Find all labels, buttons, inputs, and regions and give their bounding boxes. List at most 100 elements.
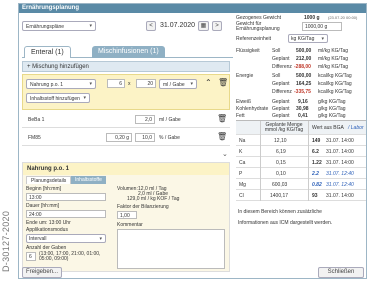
tab-mischinfusionen[interactable]: Mischinfusionen (1) [92, 46, 165, 58]
add-ingredient-value: Inhaltsstoff hinzufügen [30, 96, 80, 102]
tab-mischinfusionen-label: Mischinfusionen (1) [98, 48, 159, 55]
lab-date: 31.07. 12:40 [326, 171, 354, 177]
macro-key: Geplant [272, 99, 290, 105]
prev-date-button[interactable]: < [146, 21, 156, 31]
lab-planned: 0,10 [276, 171, 286, 177]
lab-date: 31.07. 14:00 [326, 149, 354, 155]
ingredient-unit: % / Gabe [159, 135, 180, 141]
collapse-icon[interactable]: ⌃ [205, 78, 212, 87]
amount-field[interactable]: 6 [107, 79, 125, 88]
plan-select[interactable]: Ernährungspläne ▾ [22, 21, 96, 31]
lab-planned: 0,15 [276, 160, 286, 166]
lab-name: P [239, 171, 243, 177]
ingredient-amount-field[interactable]: 10,0 [135, 133, 155, 142]
comment-textarea[interactable] [117, 229, 225, 269]
fluid-unit: ml/kg KG/Tag [318, 48, 349, 54]
feeding-tabs: Enteral (1) Mischinfusionen (1) [22, 46, 233, 58]
detail-panel: Nahrung p.o. 1 Planungsdetails Inhaltsst… [22, 162, 230, 272]
close-button[interactable]: Schließen [318, 267, 364, 278]
chevron-down-icon: ▾ [321, 36, 324, 42]
calendar-button[interactable]: ▦ [198, 21, 209, 31]
lab-date: 31.07. 14:00 [326, 193, 354, 199]
fluid-value: -288,00 [294, 64, 311, 70]
next-date-button[interactable]: > [212, 21, 222, 31]
ingredient-amount-field[interactable]: 2,0 [135, 115, 155, 124]
product-select[interactable]: Nahrung p.o. 1 ▾ [26, 79, 96, 89]
summary-panel: Gezogenes Gewicht 1000 g (23.07.20 00:00… [236, 14, 366, 264]
trash-icon[interactable]: 🗑 [218, 78, 228, 87]
count-field[interactable]: 6 [26, 252, 36, 261]
macro-unit: g/kg KG/Tag [318, 106, 346, 112]
energy-value: 500,00 [296, 73, 312, 79]
start-time-field[interactable]: 13:00 [26, 193, 106, 201]
ref-unit-value: kg KG/Tag [291, 36, 315, 42]
weight-label: Gewicht für Ernährungsplanung [236, 21, 280, 32]
lab-header-value-suffix: / Labor [348, 125, 364, 131]
ingredient-qty-field[interactable]: 0,20 g [106, 133, 132, 142]
subtab-planungsdetails[interactable]: Planungsdetails [26, 176, 72, 184]
detail-title: Nahrung p.o. 1 [23, 163, 229, 175]
lab-row: Mg 600,03 0.82 31.07. 12:40 [236, 179, 366, 190]
lab-name: Mg [239, 182, 246, 188]
fluid-key: Geplant [272, 56, 290, 62]
app-mode-select[interactable]: Intervall ▾ [26, 234, 106, 243]
chevron-down-icon: ▾ [89, 81, 92, 87]
lab-name: Ca [239, 160, 246, 166]
release-button[interactable]: Freigeben... [22, 267, 62, 278]
macro-unit: g/kg KG/Tag [318, 113, 346, 119]
lab-header-value: Wert aus BGA [312, 125, 344, 131]
add-mixture-button[interactable]: + Mischung hinzufügen [22, 61, 230, 72]
macro-key: Geplant [272, 106, 290, 112]
amount-unit: x [128, 81, 131, 87]
duration-label: Dauer [hh:mm] [26, 203, 60, 209]
lab-row: Ca 0,15 1.22 31.07. 14:00 [236, 157, 366, 168]
tab-enteral[interactable]: Enteral (1) [24, 46, 71, 58]
energy-unit: kcal/kg KG/Tag [318, 81, 352, 87]
calendar-icon: ▦ [200, 23, 207, 29]
trash-icon[interactable]: 🗑 [217, 114, 227, 123]
app-mode-label: Applikationsmodus [26, 227, 68, 233]
factor-field[interactable]: 1,00 [117, 211, 137, 219]
lab-name: K [239, 149, 243, 155]
lab-date: 31.07. 14:00 [326, 160, 354, 166]
count-times: (13:00, 17:00, 21:00, 01:00, 05:00, 09:0… [39, 251, 101, 262]
lab-row: Cl 1400,17 93 31.07. 14:00 [236, 190, 366, 201]
icm-note-line: Informationen aus ICM dargestellt werden… [238, 220, 333, 226]
ref-unit-select[interactable]: kg KG/Tag ▾ [288, 34, 328, 43]
fluid-key: Differenz [272, 64, 292, 70]
macro-name: Eiweiß [236, 99, 252, 105]
duration-field[interactable]: 24:00 [26, 210, 106, 218]
fluid-value: 500,00 [296, 48, 312, 54]
window-title: Ernährungsplanung [19, 4, 366, 13]
volume-line: 129,0 ml / kg KOF / Tag [127, 196, 180, 202]
comment-label: Kommentar [117, 222, 143, 228]
subtab-inhaltsstoffe[interactable]: Inhaltsstoffe [71, 176, 106, 184]
lab-table: Geplante Menge mmol /kg KG/Tag Wert aus … [236, 120, 366, 201]
start-label: Beginn [hh:mm] [26, 186, 62, 192]
lab-value: 1.22 [312, 160, 322, 166]
volume-unit-select[interactable]: ml / Gabe ▾ [159, 79, 197, 89]
chevron-down-icon: ▾ [99, 236, 102, 242]
side-label: D-30127-2020 [0, 170, 14, 282]
ingredient-name: FM85 [28, 135, 41, 141]
expand-chevron-icon[interactable]: ⌄ [222, 150, 228, 158]
plan-date: 31.07.2020 [160, 22, 196, 29]
chevron-right-icon: > [215, 23, 219, 29]
factor-label: Faktor der Bilanzierung [117, 204, 169, 210]
lab-value: 6.2 [312, 149, 319, 155]
volume-field[interactable]: 20 [136, 79, 156, 88]
lab-planned: 1400,17 [270, 193, 289, 199]
add-ingredient-select[interactable]: Inhaltsstoff hinzufügen ▾ [26, 93, 90, 103]
lab-name: Na [239, 138, 246, 144]
weight-field[interactable]: 1000,00 g [302, 22, 342, 31]
fluid-key: Soll [272, 48, 281, 54]
fluid-value: 212,00 [296, 56, 312, 62]
lab-date: 31.07. 14:00 [326, 138, 354, 144]
lab-planned: 12,10 [274, 138, 287, 144]
energy-key: Geplant [272, 81, 290, 87]
trash-icon[interactable]: 🗑 [217, 132, 227, 141]
lab-value: 93 [312, 193, 318, 199]
lab-header-planned: Geplante Menge mmol /kg KG/Tag [264, 122, 304, 133]
macro-key: Geplant [272, 113, 290, 119]
product-select-value: Nahrung p.o. 1 [30, 82, 64, 88]
